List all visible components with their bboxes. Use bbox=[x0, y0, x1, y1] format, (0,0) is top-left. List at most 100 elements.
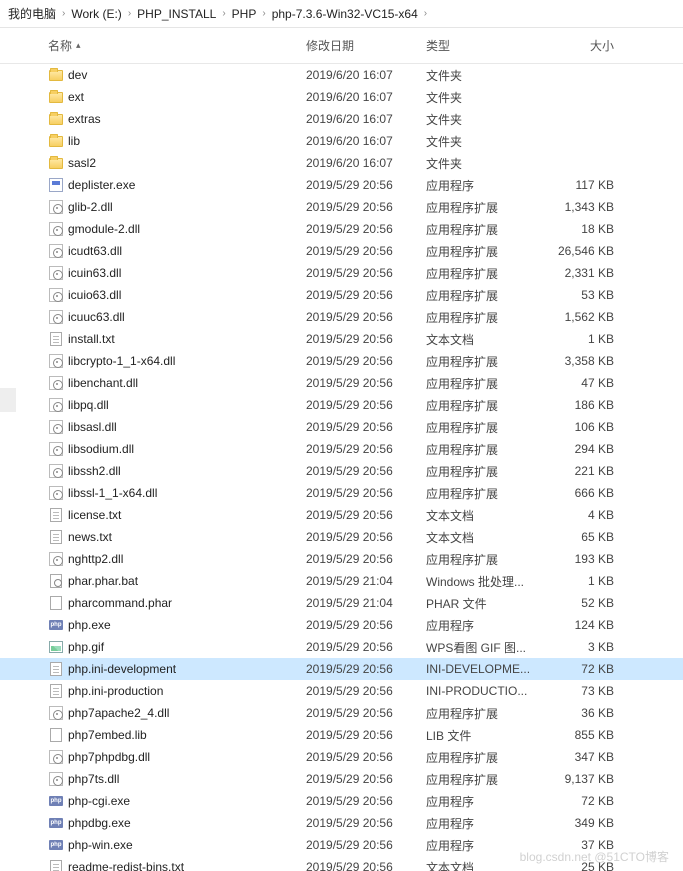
file-type: 文件夹 bbox=[426, 133, 544, 150]
file-date: 2019/5/29 20:56 bbox=[306, 816, 426, 830]
file-size: 294 KB bbox=[544, 442, 624, 456]
file-row[interactable]: install.txt2019/5/29 20:56文本文档1 KB bbox=[0, 328, 683, 350]
file-date: 2019/6/20 16:07 bbox=[306, 90, 426, 104]
crumb-0[interactable]: 我的电脑 bbox=[8, 5, 56, 22]
file-row[interactable]: pharcommand.phar2019/5/29 21:04PHAR 文件52… bbox=[0, 592, 683, 614]
file-date: 2019/5/29 20:56 bbox=[306, 200, 426, 214]
sort-ascending-icon: ▴ bbox=[76, 40, 81, 51]
file-type: 文本文档 bbox=[426, 507, 544, 524]
file-row[interactable]: php.gif2019/5/29 20:56WPS看图 GIF 图...3 KB bbox=[0, 636, 683, 658]
dll-icon bbox=[48, 265, 64, 281]
header-date[interactable]: 修改日期 bbox=[306, 37, 426, 54]
txt-icon bbox=[48, 331, 64, 347]
file-date: 2019/5/29 20:56 bbox=[306, 398, 426, 412]
file-name: libssl-1_1-x64.dll bbox=[68, 486, 306, 500]
file-row[interactable]: php7ts.dll2019/5/29 20:56应用程序扩展9,137 KB bbox=[0, 768, 683, 790]
file-date: 2019/5/29 20:56 bbox=[306, 376, 426, 390]
file-size: 1 KB bbox=[544, 332, 624, 346]
file-row[interactable]: icuio63.dll2019/5/29 20:56应用程序扩展53 KB bbox=[0, 284, 683, 306]
file-name: libcrypto-1_1-x64.dll bbox=[68, 354, 306, 368]
file-type: 应用程序扩展 bbox=[426, 749, 544, 766]
file-name: extras bbox=[68, 112, 306, 126]
crumb-4[interactable]: php-7.3.6-Win32-VC15-x64 bbox=[272, 7, 418, 21]
file-row[interactable]: php7phpdbg.dll2019/5/29 20:56应用程序扩展347 K… bbox=[0, 746, 683, 768]
file-row[interactable]: phar.phar.bat2019/5/29 21:04Windows 批处理.… bbox=[0, 570, 683, 592]
php-icon: php bbox=[48, 815, 64, 831]
file-name: libpq.dll bbox=[68, 398, 306, 412]
file-row[interactable]: php.ini-development2019/5/29 20:56INI-DE… bbox=[0, 658, 683, 680]
file-type: 文本文档 bbox=[426, 859, 544, 871]
php-icon: php bbox=[48, 793, 64, 809]
file-type: 应用程序 bbox=[426, 793, 544, 810]
file-list[interactable]: dev2019/6/20 16:07文件夹ext2019/6/20 16:07文… bbox=[0, 64, 683, 871]
file-row[interactable]: icuuc63.dll2019/5/29 20:56应用程序扩展1,562 KB bbox=[0, 306, 683, 328]
crumb-2[interactable]: PHP_INSTALL bbox=[137, 7, 216, 21]
file-row[interactable]: phpphp.exe2019/5/29 20:56应用程序124 KB bbox=[0, 614, 683, 636]
file-row[interactable]: license.txt2019/5/29 20:56文本文档4 KB bbox=[0, 504, 683, 526]
file-row[interactable]: readme-redist-bins.txt2019/5/29 20:56文本文… bbox=[0, 856, 683, 871]
file-name: libssh2.dll bbox=[68, 464, 306, 478]
crumb-1[interactable]: Work (E:) bbox=[71, 7, 121, 21]
file-row[interactable]: libssl-1_1-x64.dll2019/5/29 20:56应用程序扩展6… bbox=[0, 482, 683, 504]
header-name-label: 名称 bbox=[48, 37, 72, 54]
file-name: icuio63.dll bbox=[68, 288, 306, 302]
file-row[interactable]: ext2019/6/20 16:07文件夹 bbox=[0, 86, 683, 108]
file-row[interactable]: nghttp2.dll2019/5/29 20:56应用程序扩展193 KB bbox=[0, 548, 683, 570]
file-size: 4 KB bbox=[544, 508, 624, 522]
crumb-3[interactable]: PHP bbox=[232, 7, 257, 21]
file-name: libenchant.dll bbox=[68, 376, 306, 390]
file-row[interactable]: phpphpdbg.exe2019/5/29 20:56应用程序349 KB bbox=[0, 812, 683, 834]
txt-icon bbox=[48, 507, 64, 523]
file-row[interactable]: extras2019/6/20 16:07文件夹 bbox=[0, 108, 683, 130]
file-size: 52 KB bbox=[544, 596, 624, 610]
file-row[interactable]: php7embed.lib2019/5/29 20:56LIB 文件855 KB bbox=[0, 724, 683, 746]
folder-icon bbox=[48, 133, 64, 149]
header-name[interactable]: 名称 ▴ bbox=[48, 37, 306, 54]
file-row[interactable]: news.txt2019/5/29 20:56文本文档65 KB bbox=[0, 526, 683, 548]
file-name: php.exe bbox=[68, 618, 306, 632]
file-type: 文本文档 bbox=[426, 331, 544, 348]
header-type[interactable]: 类型 bbox=[426, 37, 544, 54]
file-name: lib bbox=[68, 134, 306, 148]
file-name: libsasl.dll bbox=[68, 420, 306, 434]
file-row[interactable]: php.ini-production2019/5/29 20:56INI-PRO… bbox=[0, 680, 683, 702]
file-name: pharcommand.phar bbox=[68, 596, 306, 610]
file-date: 2019/5/29 20:56 bbox=[306, 354, 426, 368]
file-date: 2019/5/29 20:56 bbox=[306, 222, 426, 236]
chevron-right-icon: › bbox=[424, 8, 427, 19]
file-row[interactable]: libssh2.dll2019/5/29 20:56应用程序扩展221 KB bbox=[0, 460, 683, 482]
file-row[interactable]: php7apache2_4.dll2019/5/29 20:56应用程序扩展36… bbox=[0, 702, 683, 724]
file-date: 2019/5/29 20:56 bbox=[306, 508, 426, 522]
breadcrumb[interactable]: 我的电脑 › Work (E:) › PHP_INSTALL › PHP › p… bbox=[0, 0, 683, 28]
file-size: 1 KB bbox=[544, 574, 624, 588]
file-row[interactable]: sasl22019/6/20 16:07文件夹 bbox=[0, 152, 683, 174]
file-row[interactable]: icudt63.dll2019/5/29 20:56应用程序扩展26,546 K… bbox=[0, 240, 683, 262]
file-date: 2019/5/29 20:56 bbox=[306, 464, 426, 478]
left-panel-stub bbox=[0, 388, 16, 412]
file-row[interactable]: libsasl.dll2019/5/29 20:56应用程序扩展106 KB bbox=[0, 416, 683, 438]
file-row[interactable]: icuin63.dll2019/5/29 20:56应用程序扩展2,331 KB bbox=[0, 262, 683, 284]
dll-icon bbox=[48, 441, 64, 457]
header-size[interactable]: 大小 bbox=[544, 37, 624, 54]
file-row[interactable]: libenchant.dll2019/5/29 20:56应用程序扩展47 KB bbox=[0, 372, 683, 394]
file-size: 36 KB bbox=[544, 706, 624, 720]
bat-icon bbox=[48, 573, 64, 589]
file-row[interactable]: glib-2.dll2019/5/29 20:56应用程序扩展1,343 KB bbox=[0, 196, 683, 218]
txt-icon bbox=[48, 683, 64, 699]
file-row[interactable]: dev2019/6/20 16:07文件夹 bbox=[0, 64, 683, 86]
file-row[interactable]: gmodule-2.dll2019/5/29 20:56应用程序扩展18 KB bbox=[0, 218, 683, 240]
file-row[interactable]: lib2019/6/20 16:07文件夹 bbox=[0, 130, 683, 152]
file-size: 221 KB bbox=[544, 464, 624, 478]
file-row[interactable]: phpphp-cgi.exe2019/5/29 20:56应用程序72 KB bbox=[0, 790, 683, 812]
file-row[interactable]: deplister.exe2019/5/29 20:56应用程序117 KB bbox=[0, 174, 683, 196]
file-name: dev bbox=[68, 68, 306, 82]
file-row[interactable]: libsodium.dll2019/5/29 20:56应用程序扩展294 KB bbox=[0, 438, 683, 460]
file-type: 应用程序扩展 bbox=[426, 265, 544, 282]
file-size: 47 KB bbox=[544, 376, 624, 390]
file-row[interactable]: libcrypto-1_1-x64.dll2019/5/29 20:56应用程序… bbox=[0, 350, 683, 372]
file-size: 347 KB bbox=[544, 750, 624, 764]
file-type: 应用程序扩展 bbox=[426, 771, 544, 788]
file-type: 文件夹 bbox=[426, 67, 544, 84]
file-row[interactable]: phpphp-win.exe2019/5/29 20:56应用程序37 KB bbox=[0, 834, 683, 856]
file-row[interactable]: libpq.dll2019/5/29 20:56应用程序扩展186 KB bbox=[0, 394, 683, 416]
